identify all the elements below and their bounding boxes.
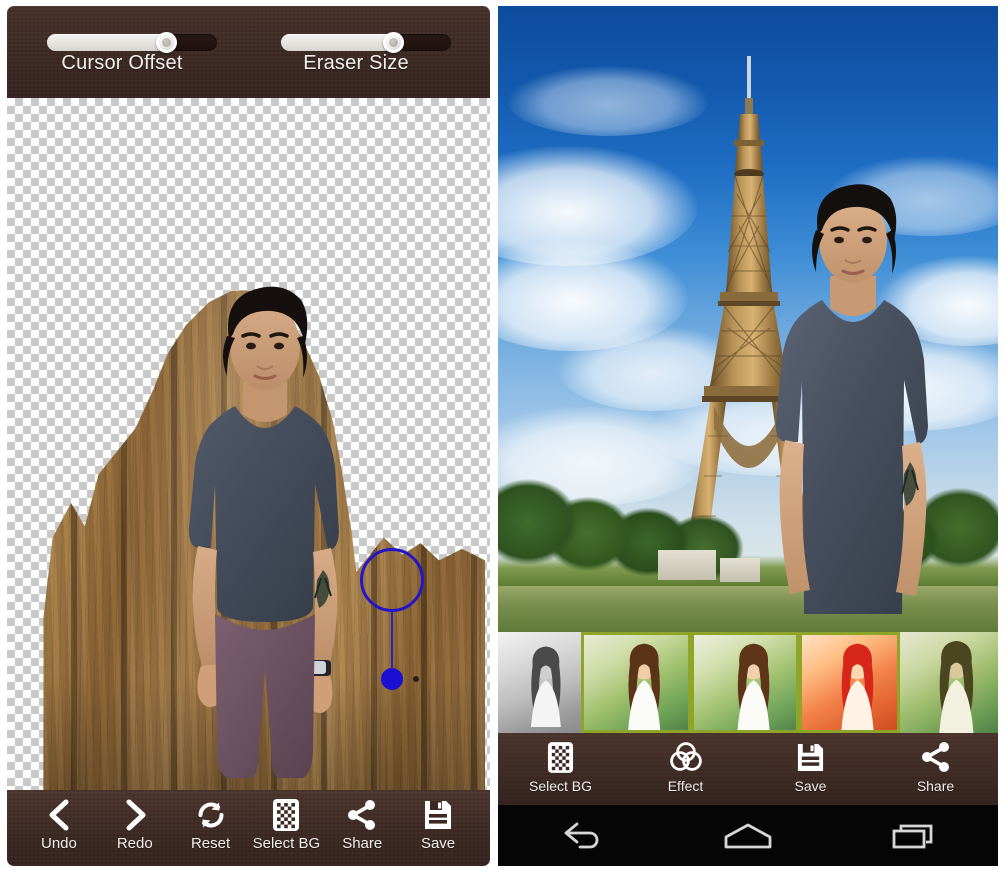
thumbnail-subject <box>531 646 562 728</box>
select-bg-label-preview: Select BG <box>528 778 593 794</box>
distant-building <box>658 550 716 580</box>
effect-thumbnail-warm[interactable] <box>799 632 900 733</box>
eraser-cursor-handle-dot[interactable] <box>381 668 403 690</box>
effect-thumbnail-normal[interactable] <box>691 632 799 733</box>
thumbnail-subject <box>737 643 770 730</box>
editor-toolbar: Undo Redo Reset Select BG Share Save <box>7 790 490 866</box>
undo-label: Undo <box>40 835 77 852</box>
redo-label: Redo <box>116 835 153 852</box>
thumbnail-subject <box>939 640 974 733</box>
redo-button[interactable]: Redo <box>97 796 173 852</box>
home-button[interactable] <box>708 816 788 856</box>
chevron-right-icon <box>120 796 150 834</box>
venn-circles-icon <box>669 738 703 776</box>
floppy-disk-icon <box>423 796 453 834</box>
composited-photo[interactable] <box>498 6 998 632</box>
eraser-cursor-stem <box>391 612 393 674</box>
home-icon <box>724 823 772 848</box>
recent-apps-button[interactable] <box>875 816 955 856</box>
select-bg-button[interactable]: Select BG <box>248 796 324 852</box>
cursor-offset-slider[interactable] <box>47 32 217 53</box>
select-bg-label: Select BG <box>252 835 321 852</box>
save-button[interactable]: Save <box>400 796 476 852</box>
effect-thumbnail-strip[interactable] <box>498 632 998 733</box>
eraser-size-slider-fill <box>281 34 397 51</box>
person-cutout-left <box>188 286 339 778</box>
share-button[interactable]: Share <box>324 796 400 852</box>
android-navigation-bar <box>498 805 998 866</box>
back-button[interactable] <box>541 816 621 856</box>
share-icon <box>346 796 378 834</box>
chevron-left-icon <box>44 796 74 834</box>
eraser-size-slider[interactable] <box>281 32 451 53</box>
effect-button[interactable]: Effect <box>623 738 748 794</box>
screenshot-root: Cursor Offset Eraser Size Undo Redo Rese… <box>0 0 1007 872</box>
save-label: Save <box>420 835 456 852</box>
eraser-size-label: Eraser Size <box>303 52 409 74</box>
undo-button[interactable]: Undo <box>21 796 97 852</box>
checkerboard-icon <box>272 796 300 834</box>
share-button-preview[interactable]: Share <box>873 738 998 794</box>
select-bg-button-preview[interactable]: Select BG <box>498 738 623 794</box>
save-label-preview: Save <box>794 778 827 794</box>
effect-label: Effect <box>667 778 704 794</box>
effect-thumbnail-vintage[interactable] <box>900 632 998 733</box>
eraser-cursor-circle[interactable] <box>360 548 424 612</box>
effect-thumbnail-original[interactable] <box>581 632 691 733</box>
wood-knot-mark <box>413 676 419 682</box>
reset-label: Reset <box>190 835 231 852</box>
person-cutout-right <box>775 184 928 614</box>
cursor-offset-slider-thumb[interactable] <box>155 32 177 53</box>
share-icon <box>920 738 952 776</box>
reset-button[interactable]: Reset <box>173 796 249 852</box>
slider-toolbar: Cursor Offset Eraser Size <box>7 6 490 98</box>
preview-toolbar: Select BG Effect Save Share <box>498 733 998 805</box>
save-button-preview[interactable]: Save <box>748 738 873 794</box>
eraser-size-slider-thumb[interactable] <box>383 32 404 53</box>
share-label-preview: Share <box>916 778 955 794</box>
distant-building <box>720 558 760 582</box>
share-label: Share <box>342 835 383 852</box>
eraser-editor-panel: Cursor Offset Eraser Size Undo Redo Rese… <box>7 6 490 866</box>
checkerboard-icon <box>547 738 574 776</box>
thumbnail-subject <box>841 643 874 730</box>
cursor-offset-slider-fill <box>47 34 170 51</box>
floppy-disk-icon <box>796 738 825 776</box>
refresh-icon <box>195 796 227 834</box>
recent-apps-icon <box>892 824 933 848</box>
cursor-offset-label: Cursor Offset <box>61 52 183 74</box>
preview-panel: Select BG Effect Save Share <box>498 6 998 866</box>
thumbnail-subject <box>628 643 661 730</box>
effect-thumbnail-grayscale[interactable] <box>498 632 581 733</box>
back-arrow-icon <box>564 822 599 848</box>
transparency-canvas[interactable] <box>7 98 490 790</box>
